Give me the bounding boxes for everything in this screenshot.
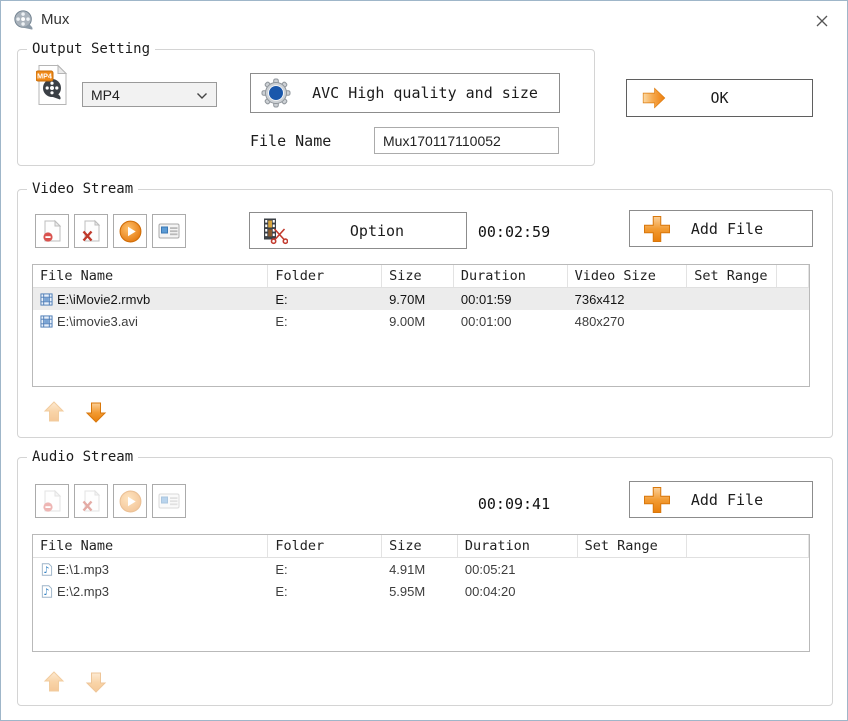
video-header-row: File NameFolderSizeDurationVideo SizeSet…: [33, 265, 809, 288]
audio-cell-duration: 00:04:20: [458, 584, 578, 599]
close-icon[interactable]: [811, 10, 833, 32]
audio-cell-size: 5.95M: [382, 584, 458, 599]
audio-clear-files-button[interactable]: [74, 484, 108, 518]
video-column-header[interactable]: File Name: [33, 265, 268, 287]
svg-text:♪: ♪: [44, 565, 50, 576]
mp4-file-icon: MP4: [36, 64, 68, 106]
video-clear-files-button[interactable]: [74, 214, 108, 248]
chevron-down-icon: [196, 87, 208, 103]
audio-header-row: File NameFolderSizeDurationSet Range: [33, 535, 809, 558]
ok-button-label: OK: [667, 89, 772, 107]
video-table-row[interactable]: E:\imovie3.aviE:9.00M00:01:00480x270: [33, 310, 809, 332]
video-total-duration: 00:02:59: [458, 223, 570, 241]
video-cell-size: 9.70M: [382, 292, 454, 307]
video-move-up-button[interactable]: [42, 400, 66, 426]
output-setting-legend: Output Setting: [27, 41, 155, 57]
svg-text:MP4: MP4: [37, 72, 52, 81]
svg-text:♪: ♪: [44, 587, 50, 598]
audio-table-row[interactable]: ♪E:\2.mp3E:5.95M00:04:20: [33, 580, 809, 602]
title-bar: Mux: [1, 1, 847, 39]
video-remove-file-button[interactable]: [35, 214, 69, 248]
audio-column-header[interactable]: File Name: [33, 535, 268, 557]
audio-properties-button[interactable]: [152, 484, 186, 518]
plus-icon: [642, 214, 672, 244]
encoder-gear-icon: [261, 78, 291, 108]
audio-stream-legend: Audio Stream: [27, 449, 138, 465]
video-add-file-label: Add File: [672, 220, 782, 238]
format-select-value: MP4: [91, 87, 120, 103]
audio-play-button[interactable]: [113, 484, 147, 518]
video-option-button[interactable]: Option: [249, 212, 467, 249]
audio-column-header[interactable]: Set Range: [578, 535, 688, 557]
mux-dialog-window: Mux Output Setting MP4 MP4: [0, 0, 848, 721]
audio-file-icon: ♪: [40, 563, 53, 576]
film-scissors-icon: [260, 217, 288, 245]
audio-cell-duration: 00:05:21: [458, 562, 578, 577]
audio-move-down-button[interactable]: [84, 670, 108, 696]
file-name-input[interactable]: [374, 127, 559, 154]
audio-table-row[interactable]: ♪E:\1.mp3E:4.91M00:05:21: [33, 558, 809, 580]
plus-icon: [642, 485, 672, 515]
audio-add-file-label: Add File: [672, 491, 782, 509]
video-cell-folder: E:: [268, 314, 382, 329]
video-column-header[interactable]: Video Size: [568, 265, 688, 287]
audio-column-header[interactable]: [687, 535, 809, 557]
video-column-header[interactable]: Duration: [454, 265, 568, 287]
audio-stream-group: Audio Stream 0: [17, 457, 833, 706]
video-cell-file_name: E:\iMovie2.rmvb: [33, 292, 268, 307]
video-cell-file_name: E:\imovie3.avi: [33, 314, 268, 329]
video-cell-video_size: 736x412: [568, 292, 688, 307]
video-cell-size: 9.00M: [382, 314, 454, 329]
video-cell-duration: 00:01:00: [454, 314, 568, 329]
audio-cell-file_name: ♪E:\2.mp3: [33, 584, 268, 599]
video-stream-group: Video Stream: [17, 189, 833, 438]
audio-add-file-button[interactable]: Add File: [629, 481, 813, 518]
video-cell-folder: E:: [268, 292, 382, 307]
ok-arrow-icon: [641, 85, 667, 111]
audio-column-header[interactable]: Duration: [458, 535, 578, 557]
video-move-down-button[interactable]: [84, 400, 108, 426]
audio-cell-file_name: ♪E:\1.mp3: [33, 562, 268, 577]
video-file-icon: [40, 293, 53, 306]
audio-cell-folder: E:: [268, 562, 382, 577]
video-column-header[interactable]: [777, 265, 809, 287]
audio-cell-size: 4.91M: [382, 562, 458, 577]
file-name-label: File Name: [250, 132, 331, 150]
audio-file-table: File NameFolderSizeDurationSet Range♪E:\…: [32, 534, 810, 652]
video-cell-duration: 00:01:59: [454, 292, 568, 307]
video-column-header[interactable]: Size: [382, 265, 454, 287]
video-properties-button[interactable]: [152, 214, 186, 248]
output-setting-group: Output Setting MP4 MP4: [17, 49, 595, 166]
audio-file-icon: ♪: [40, 585, 53, 598]
video-stream-legend: Video Stream: [27, 181, 138, 197]
video-table-row[interactable]: E:\iMovie2.rmvbE:9.70M00:01:59736x412: [33, 288, 809, 310]
audio-cell-folder: E:: [268, 584, 382, 599]
video-column-header[interactable]: Set Range: [687, 265, 777, 287]
video-add-file-button[interactable]: Add File: [629, 210, 813, 247]
video-file-icon: [40, 315, 53, 328]
window-title: Mux: [41, 11, 69, 28]
video-play-button[interactable]: [113, 214, 147, 248]
video-option-label: Option: [288, 222, 466, 240]
avc-profile-label: AVC High quality and size: [291, 84, 559, 102]
audio-remove-file-button[interactable]: [35, 484, 69, 518]
audio-column-header[interactable]: Folder: [268, 535, 382, 557]
video-file-table: File NameFolderSizeDurationVideo SizeSet…: [32, 264, 810, 387]
video-column-header[interactable]: Folder: [268, 265, 382, 287]
video-cell-video_size: 480x270: [568, 314, 688, 329]
film-reel-icon: [13, 9, 35, 31]
audio-total-duration: 00:09:41: [458, 495, 570, 513]
ok-button[interactable]: OK: [626, 79, 813, 117]
avc-profile-button[interactable]: AVC High quality and size: [250, 73, 560, 113]
audio-column-header[interactable]: Size: [382, 535, 458, 557]
format-select[interactable]: MP4: [82, 82, 217, 107]
audio-move-up-button[interactable]: [42, 670, 66, 696]
